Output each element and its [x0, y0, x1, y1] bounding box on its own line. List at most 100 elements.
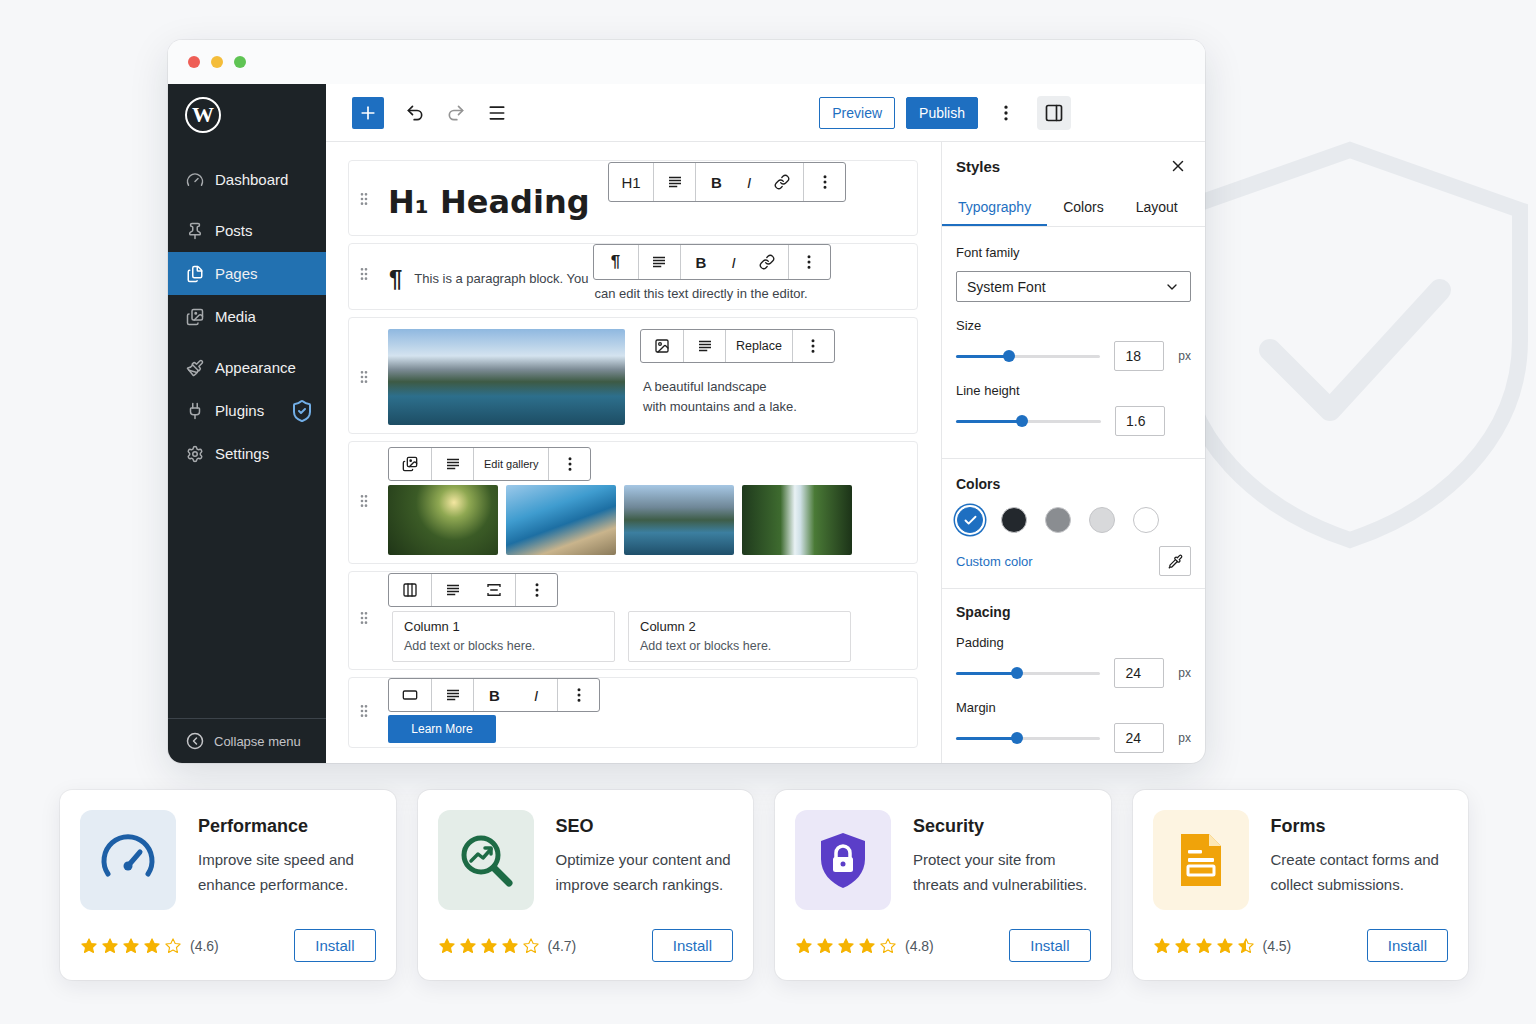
color-swatch[interactable]: [957, 507, 983, 533]
italic-button[interactable]: I: [515, 679, 557, 711]
paragraph-text[interactable]: can edit this text directly in the edito…: [593, 285, 808, 303]
sidebar-item[interactable]: Media: [168, 295, 326, 338]
list-view-button[interactable]: [487, 103, 507, 123]
panel-tab[interactable]: Layout: [1120, 190, 1194, 226]
slider-track[interactable]: [956, 737, 1100, 740]
slider-thumb[interactable]: [1016, 415, 1028, 427]
slider-thumb[interactable]: [1003, 350, 1015, 362]
install-button[interactable]: Install: [1367, 929, 1448, 962]
gallery-photo[interactable]: [506, 485, 616, 555]
more-button[interactable]: [792, 330, 834, 362]
heading-level-button[interactable]: H1: [609, 163, 653, 201]
gallery-photo[interactable]: [742, 485, 852, 555]
number-input[interactable]: 18: [1114, 341, 1164, 371]
gallery-button[interactable]: [389, 448, 431, 480]
drag-handle[interactable]: [349, 703, 379, 719]
collapse-menu[interactable]: Collapse menu: [168, 718, 326, 763]
paragraph-type-button[interactable]: ¶: [594, 245, 638, 279]
heading-block[interactable]: H₁ HeadingH1 BI: [348, 160, 918, 236]
color-swatch[interactable]: [1001, 507, 1027, 533]
panel-tab[interactable]: Typography: [942, 190, 1047, 226]
gallery-photo[interactable]: [388, 485, 498, 555]
minimize-dot[interactable]: [211, 56, 223, 68]
font-family-select[interactable]: System Font: [956, 271, 1191, 302]
install-button[interactable]: Install: [1009, 929, 1090, 962]
drag-handle[interactable]: [349, 369, 379, 385]
image-caption[interactable]: A beautiful landscapewith mountains and …: [640, 377, 797, 417]
gallery-photo[interactable]: [624, 485, 734, 555]
slider-thumb[interactable]: [1011, 667, 1023, 679]
link-button[interactable]: [746, 245, 788, 279]
color-swatch[interactable]: [1133, 507, 1159, 533]
align-button[interactable]: [653, 163, 695, 201]
more-button[interactable]: [788, 245, 830, 279]
wordpress-logo[interactable]: W: [185, 97, 221, 133]
align-button[interactable]: [431, 574, 473, 606]
bold-button[interactable]: B: [695, 163, 737, 201]
more-button[interactable]: [515, 574, 557, 606]
sidebar-item[interactable]: Settings: [168, 432, 326, 475]
publish-button[interactable]: Publish: [906, 97, 978, 129]
install-button[interactable]: Install: [652, 929, 733, 962]
undo-button[interactable]: [405, 103, 425, 123]
eyedropper-button[interactable]: [1159, 546, 1191, 576]
sidebar-item[interactable]: Dashboard: [168, 158, 326, 201]
gallery-block[interactable]: Edit gallery: [348, 441, 918, 564]
preview-button[interactable]: Preview: [819, 97, 895, 129]
image-button[interactable]: [641, 330, 683, 362]
bold-button[interactable]: B: [473, 679, 515, 711]
paragraph-text[interactable]: This is a paragraph block. You: [414, 270, 588, 288]
image-block[interactable]: Replace A beautiful landscapewith mountai…: [348, 317, 918, 434]
edit-gallery-button[interactable]: Edit gallery: [473, 448, 548, 480]
spacing-button[interactable]: [473, 574, 515, 606]
sidebar-item[interactable]: Pages: [168, 252, 326, 295]
add-block-button[interactable]: [352, 97, 384, 129]
color-swatch[interactable]: [1089, 507, 1115, 533]
align-button[interactable]: [431, 448, 473, 480]
number-input[interactable]: 1.6: [1115, 406, 1165, 436]
drag-handle[interactable]: [349, 191, 379, 207]
drag-handle[interactable]: [349, 493, 379, 509]
drag-handle[interactable]: [349, 610, 379, 626]
paragraph-block[interactable]: ¶This is a paragraph block. You¶BIcan ed…: [348, 243, 918, 310]
slider-thumb[interactable]: [1011, 732, 1023, 744]
bold-button[interactable]: B: [680, 245, 722, 279]
align-button[interactable]: [431, 679, 473, 711]
install-button[interactable]: Install: [294, 929, 375, 962]
landscape-photo[interactable]: [388, 329, 625, 425]
columns-block[interactable]: Column 1Add text or blocks here. Column 2…: [348, 571, 918, 670]
italic-button[interactable]: I: [722, 245, 746, 279]
align-button[interactable]: [683, 330, 725, 362]
link-button[interactable]: [761, 163, 803, 201]
more-button[interactable]: [803, 163, 845, 201]
number-input[interactable]: 24: [1114, 723, 1164, 753]
redo-button[interactable]: [446, 103, 466, 123]
italic-button[interactable]: I: [737, 163, 761, 201]
close-dot[interactable]: [188, 56, 200, 68]
color-swatch[interactable]: [1045, 507, 1071, 533]
more-button[interactable]: [548, 448, 590, 480]
column[interactable]: Column 2Add text or blocks here.: [628, 611, 851, 662]
custom-color-link[interactable]: Custom color: [956, 554, 1033, 569]
slider-track[interactable]: [956, 672, 1100, 675]
column[interactable]: Column 1Add text or blocks here.: [392, 611, 615, 662]
number-input[interactable]: 24: [1114, 658, 1164, 688]
more-button[interactable]: [557, 679, 599, 711]
button-block[interactable]: BILearn More: [348, 677, 918, 748]
drag-handle[interactable]: [349, 266, 379, 282]
heading-text[interactable]: H₁ Heading: [388, 182, 608, 222]
panel-tab[interactable]: Colors: [1047, 190, 1119, 226]
sidebar-item[interactable]: Plugins: [168, 389, 326, 432]
maximize-dot[interactable]: [234, 56, 246, 68]
close-button[interactable]: [1169, 157, 1187, 175]
align-button[interactable]: [638, 245, 680, 279]
columns-button[interactable]: [389, 574, 431, 606]
sidebar-item[interactable]: Appearance: [168, 346, 326, 389]
slider-track[interactable]: [956, 355, 1100, 358]
replace-button[interactable]: Replace: [725, 330, 792, 362]
button-type-button[interactable]: [389, 679, 431, 711]
slider-track[interactable]: [956, 420, 1101, 423]
options-button[interactable]: [996, 103, 1016, 123]
settings-toggle[interactable]: [1037, 96, 1071, 130]
sidebar-item[interactable]: Posts: [168, 209, 326, 252]
